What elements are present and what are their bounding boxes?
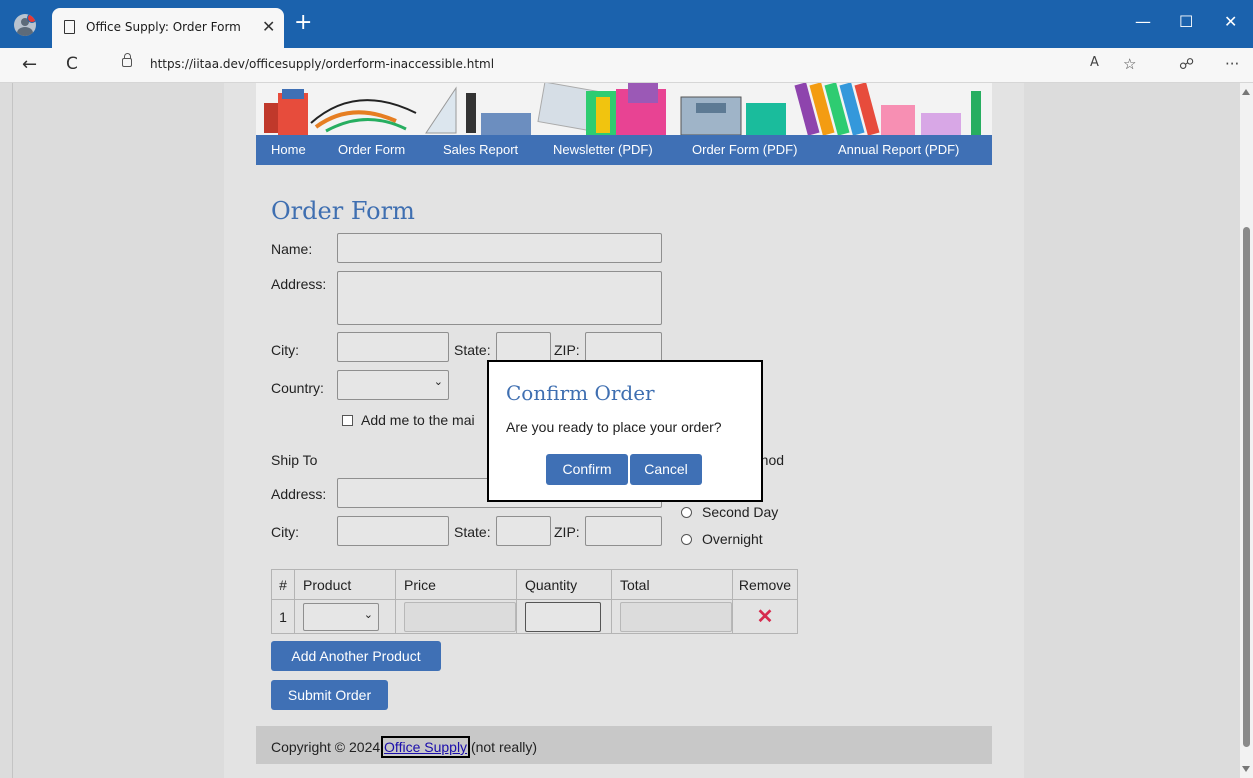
ship-address-label: Address: <box>271 486 327 502</box>
zip-input[interactable] <box>585 332 662 362</box>
country-label: Country: <box>271 380 324 396</box>
scroll-up-icon[interactable] <box>1242 89 1250 95</box>
page-title: Order Form <box>271 197 415 225</box>
ship-city-label: City: <box>271 524 299 540</box>
table-header-row: # Product Price Quantity Total Remove <box>271 569 798 600</box>
page-footer: Copyright © 2024 Office Supply (not real… <box>256 726 992 764</box>
back-arrow-icon[interactable]: ← <box>22 54 37 75</box>
total-field <box>620 601 732 632</box>
chevron-down-icon: ⌄ <box>363 608 373 621</box>
url-field[interactable]: https://iitaa.dev/officesupply/orderform… <box>150 57 494 71</box>
cancel-button[interactable]: Cancel <box>630 454 702 485</box>
favorite-star-icon[interactable]: ☆ <box>1123 55 1136 73</box>
price-field <box>404 601 516 632</box>
ship-zip-label: ZIP: <box>554 524 580 540</box>
ship-state-label: State: <box>454 524 491 540</box>
window-close-icon[interactable]: ✕ <box>1224 12 1237 31</box>
nav-sales-report[interactable]: Sales Report <box>443 142 518 157</box>
site-info-icon[interactable] <box>122 53 132 67</box>
second-day-radio[interactable] <box>681 507 692 518</box>
overnight-radio[interactable] <box>681 534 692 545</box>
scroll-thumb[interactable] <box>1243 227 1250 747</box>
row-number: 1 <box>271 599 295 634</box>
nav-annual-report-pdf[interactable]: Annual Report (PDF) <box>838 142 959 157</box>
state-input[interactable] <box>496 332 551 362</box>
profile-avatar-icon[interactable] <box>14 14 36 36</box>
read-aloud-icon[interactable]: A <box>1090 55 1099 70</box>
ship-to-heading: Ship To <box>271 452 318 468</box>
second-day-label: Second Day <box>702 504 779 520</box>
col-number: # <box>271 569 295 600</box>
copyright-suffix: (not really) <box>467 739 538 755</box>
tab-close-icon[interactable]: ✕ <box>262 17 275 36</box>
col-price: Price <box>395 569 517 600</box>
city-label: City: <box>271 342 299 358</box>
ship-city-input[interactable] <box>337 516 449 546</box>
nav-newsletter-pdf[interactable]: Newsletter (PDF) <box>553 142 653 157</box>
zip-label: ZIP: <box>554 342 580 358</box>
page-scrollbar[interactable] <box>1240 83 1253 778</box>
browser-titlebar: Office Supply: Order Form ✕ + — ☐ ✕ <box>0 0 1253 48</box>
office-supply-link[interactable]: Office Supply <box>381 736 471 758</box>
site-nav: Home Order Form Sales Report Newsletter … <box>256 135 992 165</box>
submit-order-button[interactable]: Submit Order <box>271 680 388 710</box>
nav-home[interactable]: Home <box>271 142 306 157</box>
confirm-button[interactable]: Confirm <box>546 454 628 485</box>
remove-row-icon[interactable]: ✕ <box>733 604 797 629</box>
col-quantity: Quantity <box>516 569 612 600</box>
address-textarea[interactable] <box>337 271 662 325</box>
add-product-button[interactable]: Add Another Product <box>271 641 441 671</box>
tab-title: Office Supply: Order Form <box>86 20 241 34</box>
overnight-label: Overnight <box>702 531 763 547</box>
scroll-down-icon[interactable] <box>1242 766 1250 772</box>
copyright-text: Copyright © 2024 <box>271 739 385 755</box>
maximize-icon[interactable]: ☐ <box>1179 12 1193 31</box>
state-label: State: <box>454 342 491 358</box>
refresh-icon[interactable]: C <box>66 54 78 74</box>
dialog-message: Are you ready to place your order? <box>506 419 722 435</box>
quantity-input[interactable] <box>525 601 601 632</box>
page-icon <box>64 20 75 34</box>
address-label: Address: <box>271 276 327 292</box>
nav-order-form[interactable]: Order Form <box>338 142 405 157</box>
ship-zip-input[interactable] <box>585 516 662 546</box>
chevron-down-icon: ⌄ <box>433 375 443 388</box>
mailing-list-checkbox[interactable] <box>342 415 353 426</box>
minimize-icon[interactable]: — <box>1135 12 1151 31</box>
banner-image <box>256 83 992 135</box>
col-remove: Remove <box>732 569 798 600</box>
product-select[interactable]: ⌄ <box>303 602 379 631</box>
address-bar: ← C https://iitaa.dev/officesupply/order… <box>0 48 1253 83</box>
confirm-order-dialog: Confirm Order Are you ready to place you… <box>487 360 763 502</box>
name-input[interactable] <box>337 233 662 263</box>
nav-order-form-pdf[interactable]: Order Form (PDF) <box>692 142 797 157</box>
more-menu-icon[interactable]: ··· <box>1225 55 1239 73</box>
col-product: Product <box>294 569 396 600</box>
name-label: Name: <box>271 241 313 257</box>
table-row: 1 ⌄ ✕ <box>271 599 798 634</box>
new-tab-icon[interactable]: + <box>294 12 312 34</box>
col-total: Total <box>611 569 733 600</box>
country-select[interactable]: ⌄ <box>337 370 449 400</box>
city-input[interactable] <box>337 332 449 362</box>
ship-state-input[interactable] <box>496 516 551 546</box>
products-table: # Product Price Quantity Total Remove 1 … <box>271 569 798 634</box>
extensions-icon[interactable]: ☍ <box>1179 55 1194 73</box>
mailing-list-label: Add me to the mai <box>361 412 475 428</box>
dialog-title: Confirm Order <box>506 381 655 405</box>
browser-tab[interactable]: Office Supply: Order Form ✕ <box>52 8 284 48</box>
